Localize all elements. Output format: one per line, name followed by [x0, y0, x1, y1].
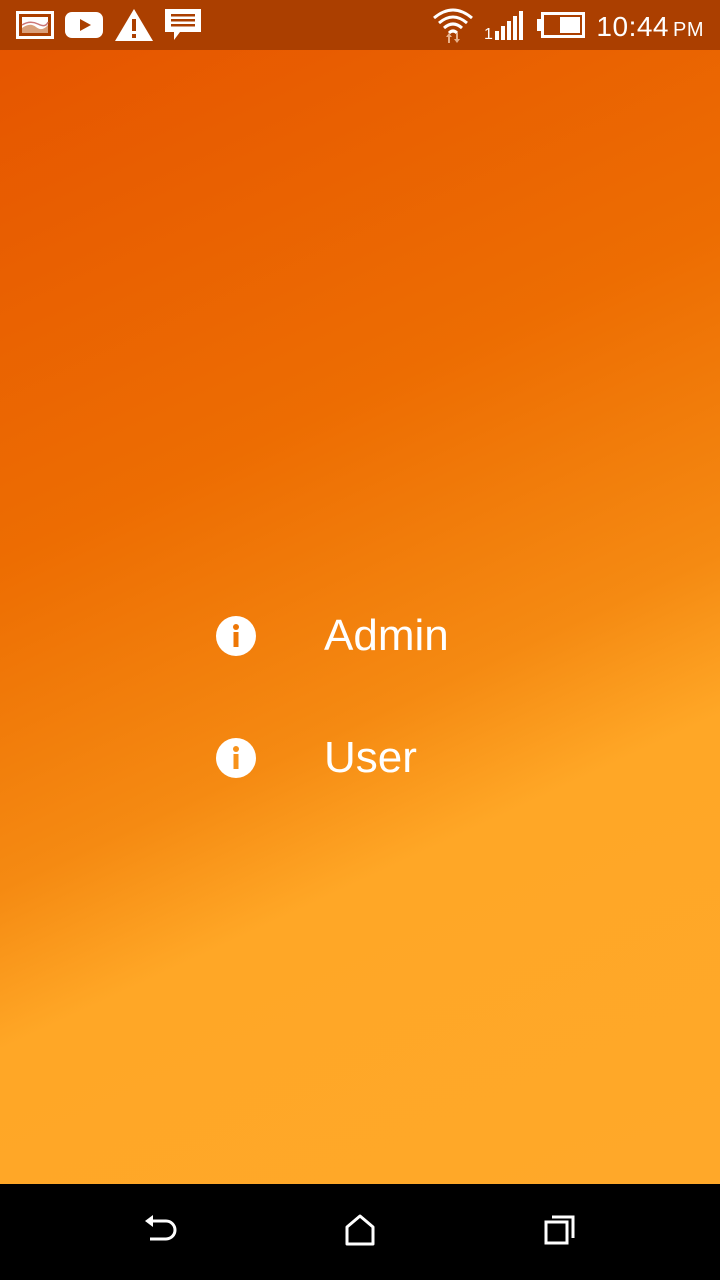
recents-icon: [543, 1213, 577, 1251]
menu-item-user[interactable]: User: [216, 722, 536, 794]
back-button[interactable]: [136, 1208, 184, 1256]
menu-item-admin[interactable]: Admin: [216, 600, 536, 672]
status-clock: 10:44 PM: [596, 11, 704, 43]
role-menu: Admin User: [216, 600, 536, 844]
menu-item-label: Admin: [324, 611, 449, 660]
home-icon: [343, 1213, 377, 1251]
youtube-icon: [64, 10, 104, 44]
message-icon: [164, 8, 202, 46]
image-notification-icon: [16, 10, 54, 44]
navigation-bar: [0, 1184, 720, 1280]
status-bar: 1 10:44 PM: [0, 0, 720, 50]
warning-icon: [114, 8, 154, 46]
notification-icons: [16, 8, 202, 46]
back-icon: [140, 1212, 180, 1252]
recents-button[interactable]: [536, 1208, 584, 1256]
system-status-icons: 1 10:44 PM: [432, 6, 704, 48]
battery-icon: [536, 11, 586, 43]
info-icon: [216, 738, 256, 778]
svg-text:1: 1: [484, 26, 493, 41]
home-button[interactable]: [336, 1208, 384, 1256]
signal-icon: 1: [484, 9, 526, 45]
app-screen: 1 10:44 PM Admin User: [0, 0, 720, 1280]
menu-item-label: User: [324, 733, 417, 782]
info-icon: [216, 616, 256, 656]
clock-ampm: PM: [673, 19, 704, 41]
clock-time: 10:44: [596, 11, 669, 42]
wifi-icon: [432, 6, 474, 48]
